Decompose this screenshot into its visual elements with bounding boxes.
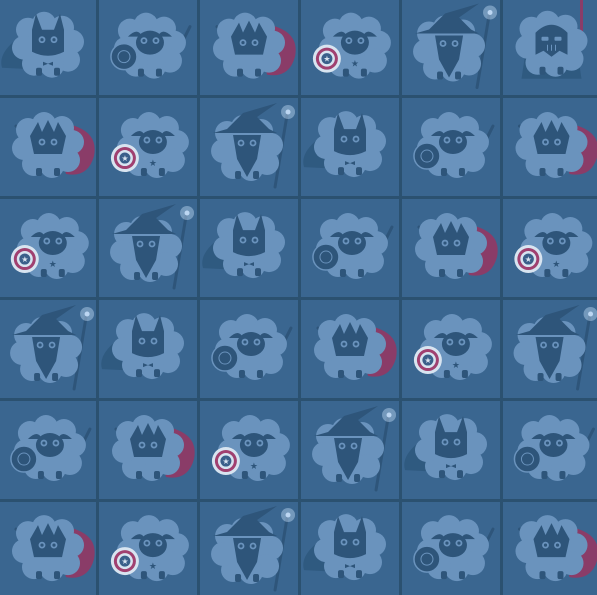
tile-batman-sheep[interactable] [99,300,197,398]
tile-super-sheep[interactable] [301,300,399,398]
tile-captain-america-sheep[interactable]: ★ ★ [99,98,197,196]
tile-captain-sheep[interactable] [200,300,298,398]
tile-super-sheep[interactable] [0,502,96,595]
svg-text:★: ★ [121,154,128,163]
tile-super-sheep[interactable] [402,199,500,297]
tile-captain-sheep[interactable] [0,401,96,499]
svg-text:★: ★ [49,260,57,270]
tile-captain-sheep[interactable] [301,199,399,297]
wizard-sheep-icon [312,406,397,492]
super-sheep-icon [112,415,195,482]
svg-text:★: ★ [21,255,28,264]
svg-text:★: ★ [149,562,157,572]
tile-captain-america-sheep[interactable]: ★ ★ [0,199,96,297]
super-sheep-icon [515,515,597,582]
super-sheep-icon [12,515,95,582]
wizard-sheep-icon [10,305,95,391]
svg-text:★: ★ [424,356,431,365]
tile-super-sheep[interactable] [503,98,597,196]
svg-text:★: ★ [323,55,330,64]
super-sheep-icon [12,112,95,179]
captain-america-sheep-icon: ★★ [10,213,89,280]
batman-sheep-icon [101,313,184,380]
batman-sheep-icon [404,414,487,481]
tile-captain-america-sheep[interactable]: ★ ★ [301,0,399,95]
vader-sheep-icon [515,0,588,79]
svg-text:★: ★ [525,255,532,264]
wizard-sheep-icon [413,3,498,89]
captain-sheep-icon [110,12,192,79]
captain-sheep-icon [413,112,495,179]
tile-super-sheep[interactable] [503,502,597,595]
sheep-match-board: ★ ★ ★ ★ ★ ★ ★ ★ ★ ★ ★ ★ ★ ★ [0,0,597,595]
super-sheep-icon [515,112,597,179]
captain-sheep-icon [211,314,293,381]
batman-sheep-icon [1,11,84,78]
tile-super-sheep[interactable] [200,0,298,95]
wizard-sheep-icon [211,506,296,592]
batman-sheep-icon [202,212,285,279]
wizard-sheep-icon [211,103,296,189]
captain-america-sheep-icon: ★★ [312,12,391,79]
tile-super-sheep[interactable] [0,98,96,196]
svg-text:★: ★ [552,260,560,270]
wizard-sheep-icon [513,305,597,391]
tile-super-sheep[interactable] [99,401,197,499]
tile-captain-america-sheep[interactable]: ★ ★ [402,300,500,398]
tile-wizard-sheep[interactable] [200,502,298,595]
tile-wizard-sheep[interactable] [0,300,96,398]
svg-text:★: ★ [351,60,359,70]
batman-sheep-icon [303,111,386,178]
svg-text:★: ★ [121,557,128,566]
svg-text:★: ★ [452,361,460,371]
tile-batman-sheep[interactable] [301,502,399,595]
tile-captain-sheep[interactable] [99,0,197,95]
tile-captain-america-sheep[interactable]: ★ ★ [503,199,597,297]
tile-captain-sheep[interactable] [503,401,597,499]
wizard-sheep-icon [110,204,195,290]
captain-sheep-icon [413,515,495,582]
tile-wizard-sheep[interactable] [99,199,197,297]
svg-text:★: ★ [149,159,157,169]
tile-wizard-sheep[interactable] [402,0,500,95]
batman-sheep-icon [303,514,386,581]
captain-america-sheep-icon: ★★ [413,314,492,381]
tile-batman-sheep[interactable] [301,98,399,196]
super-sheep-icon [213,12,296,79]
svg-text:★: ★ [250,462,258,472]
tile-batman-sheep[interactable] [0,0,96,95]
captain-america-sheep-icon: ★★ [211,415,290,482]
captain-sheep-icon [10,415,92,482]
super-sheep-icon [415,213,498,280]
tile-captain-sheep[interactable] [402,502,500,595]
tile-wizard-sheep[interactable] [503,300,597,398]
tile-vader-sheep[interactable] [503,0,597,95]
tile-batman-sheep[interactable] [402,401,500,499]
tile-captain-america-sheep[interactable]: ★ ★ [99,502,197,595]
captain-america-sheep-icon: ★★ [110,112,189,179]
tile-wizard-sheep[interactable] [200,98,298,196]
tile-wizard-sheep[interactable] [301,401,399,499]
tile-captain-america-sheep[interactable]: ★ ★ [200,401,298,499]
tile-batman-sheep[interactable] [200,199,298,297]
captain-sheep-icon [513,415,595,482]
captain-america-sheep-icon: ★★ [514,213,593,280]
svg-text:★: ★ [222,457,229,466]
super-sheep-icon [314,314,397,381]
tile-captain-sheep[interactable] [402,98,500,196]
captain-america-sheep-icon: ★★ [110,515,189,582]
captain-sheep-icon [312,213,394,280]
